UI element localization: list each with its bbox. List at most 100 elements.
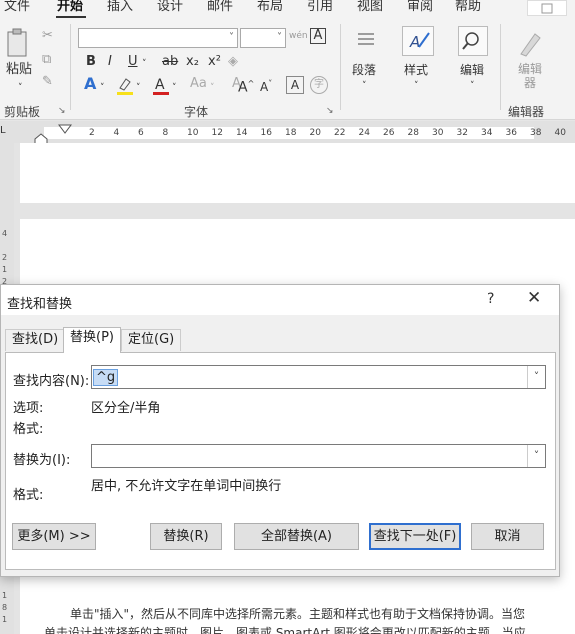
help-button[interactable]: ? (487, 291, 494, 307)
chevron-down-icon[interactable]: ˅ (142, 56, 147, 72)
change-case-icon[interactable]: Aa (190, 76, 207, 92)
ruler-tick: 28 (407, 128, 419, 138)
strikethrough-button[interactable]: ab (162, 54, 178, 70)
find-what-value: ^g (93, 369, 119, 386)
find-what-input[interactable]: ^g ˅ (91, 365, 546, 389)
ruler-tick: 20 (309, 128, 321, 138)
find-next-button[interactable]: 查找下一处(F) (369, 523, 461, 550)
ruler-tick: 2 (89, 128, 95, 138)
vruler-tick: 4 (2, 229, 8, 238)
ribbon-divider (70, 24, 71, 110)
format-painter-icon[interactable]: ✎ (42, 74, 53, 90)
chevron-down-icon[interactable]: ˅ (210, 80, 215, 96)
shrink-font-button[interactable]: A˅ (260, 76, 272, 95)
cut-icon[interactable]: ✂ (42, 28, 53, 44)
dialog-title: 查找和替换 (7, 297, 73, 312)
editor-icon[interactable] (515, 28, 545, 58)
chevron-down-icon[interactable]: ˅ (362, 78, 367, 94)
phonetic-guide-icon[interactable]: wén (289, 28, 308, 44)
paste-button[interactable]: 粘贴 (6, 62, 32, 78)
ruler-tick: 36 (505, 128, 517, 138)
highlight-icon[interactable] (116, 76, 134, 96)
copy-icon[interactable]: ⧉ (42, 52, 51, 68)
char-border-icon[interactable]: A (310, 28, 326, 44)
chevron-down-icon[interactable]: ˅ (527, 445, 545, 467)
vruler-tick: 1 (2, 265, 8, 274)
font-group-label: 字体 (184, 105, 209, 119)
menu-help[interactable]: 帮助 (455, 0, 481, 14)
chevron-down-icon[interactable]: ˅ (172, 80, 177, 96)
styles-button[interactable]: 样式 (404, 62, 428, 78)
tab-selector[interactable]: L (0, 125, 6, 136)
replace-button[interactable]: 替换(R) (150, 523, 222, 550)
find-replace-dialog: 查找和替换 ? ✕ 查找(D) 替换(P) 定位(G) 查找内容(N): ^g … (0, 284, 560, 577)
enclose-char-icon[interactable]: 字 (310, 76, 328, 94)
chevron-down-icon[interactable]: ˅ (414, 78, 419, 94)
menu-design[interactable]: 设计 (157, 0, 183, 14)
text-effects-icon[interactable]: A (84, 76, 96, 92)
menu-mailings[interactable]: 邮件 (207, 0, 233, 14)
ruler-tick: 30 (432, 128, 444, 138)
subscript-button[interactable]: x₂ (186, 54, 199, 70)
tab-goto[interactable]: 定位(G) (121, 329, 182, 351)
search-icon[interactable] (458, 26, 488, 56)
find-format-label: 格式: (13, 422, 44, 437)
menu-references[interactable]: 引用 (307, 0, 333, 14)
paragraph-icon[interactable] (356, 30, 376, 50)
char-shading-icon[interactable]: A (286, 76, 304, 94)
ruler-tick: 18 (285, 128, 297, 138)
clipboard-launcher-icon[interactable]: ↘ (58, 106, 66, 116)
share-icon (541, 3, 553, 14)
font-name-combo[interactable]: ˅ (78, 28, 238, 48)
chevron-down-icon[interactable]: ˅ (470, 78, 475, 94)
paste-icon[interactable] (6, 28, 30, 58)
font-size-combo[interactable]: ˅ (240, 28, 286, 48)
chevron-down-icon[interactable]: ˅ (527, 366, 545, 388)
menu-home[interactable]: 开始 (57, 0, 83, 14)
replace-format-label: 格式: (13, 488, 44, 503)
share-button[interactable] (527, 0, 567, 16)
superscript-button[interactable]: x² (208, 54, 221, 70)
italic-button[interactable]: I (108, 54, 112, 70)
document-paragraph-line: 单击设计并选择新的主题时，图片、图表或 SmartArt 图形将会更改以匹配新的… (44, 626, 526, 634)
close-icon[interactable]: ✕ (527, 288, 541, 308)
tab-replace[interactable]: 替换(P) (63, 327, 121, 353)
styles-icon[interactable]: A (402, 26, 434, 56)
menu-view[interactable]: 视图 (357, 0, 383, 14)
font-launcher-icon[interactable]: ↘ (326, 106, 334, 116)
paragraph-button[interactable]: 段落 (352, 62, 376, 78)
options-label: 选项: (13, 401, 44, 416)
first-line-indent-icon[interactable] (58, 124, 72, 134)
vruler-tick: 8 (2, 603, 8, 612)
vruler-tick: 1 (2, 591, 8, 600)
chevron-down-icon[interactable]: ˅ (136, 80, 141, 96)
replace-all-button[interactable]: 全部替换(A) (234, 523, 359, 550)
ruler-tick: 34 (481, 128, 493, 138)
menu-insert[interactable]: 插入 (107, 0, 133, 14)
editing-button[interactable]: 编辑 (460, 62, 484, 78)
editor-group-label: 编辑器 (508, 105, 545, 119)
menu-layout[interactable]: 布局 (257, 0, 283, 14)
eraser-icon[interactable]: ◈ (228, 54, 238, 70)
more-button[interactable]: 更多(M) >> (12, 523, 96, 550)
replace-with-input[interactable]: ˅ (91, 444, 546, 468)
document-page[interactable] (20, 143, 575, 203)
underline-button[interactable]: U (128, 54, 138, 70)
font-color-icon[interactable]: A (152, 76, 170, 96)
menu-review[interactable]: 审阅 (407, 0, 433, 14)
chevron-down-icon[interactable]: ˅ (100, 80, 105, 96)
cancel-button[interactable]: 取消 (471, 523, 544, 550)
paste-dropdown-icon[interactable]: ˅ (18, 80, 23, 96)
ruler-tick: 14 (236, 128, 248, 138)
ribbon-divider (500, 24, 501, 110)
bold-button[interactable]: B (86, 54, 96, 70)
replace-with-label: 替换为(I): (13, 453, 71, 468)
editor-button[interactable]: 编辑器 (518, 62, 542, 90)
horizontal-ruler: L 24681012141618202224262830323436384042 (0, 121, 575, 145)
grow-font-button[interactable]: A^ (238, 76, 254, 96)
ruler-tick: 32 (456, 128, 468, 138)
menu-file[interactable]: 文件 (4, 0, 30, 14)
dialog-titlebar[interactable]: 查找和替换 ? ✕ (1, 285, 559, 315)
tab-find[interactable]: 查找(D) (5, 329, 66, 351)
ruler-tick: 38 (530, 128, 542, 138)
